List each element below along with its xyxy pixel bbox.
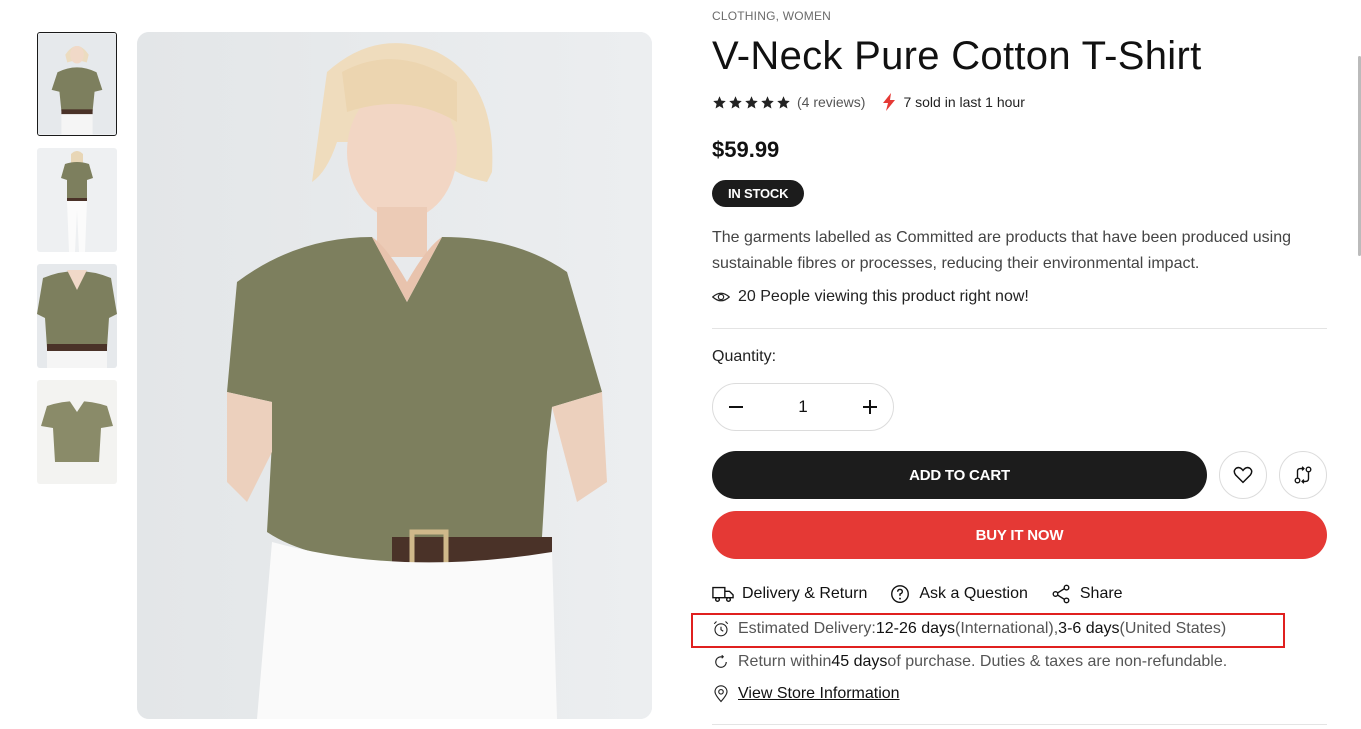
product-title: V-Neck Pure Cotton T-Shirt (712, 34, 1202, 78)
breadcrumb-clothing[interactable]: CLOTHING (712, 9, 776, 23)
star-icon (761, 95, 774, 108)
truck-icon (712, 586, 734, 603)
rating-row: (4 reviews) 7 sold in last 1 hour (712, 93, 1025, 111)
return-suffix: of purchase. Duties & taxes are non-refu… (887, 653, 1228, 670)
us-label: (United States) (1119, 620, 1227, 637)
international-label: (International), (955, 620, 1059, 637)
return-days: 45 days (831, 653, 888, 670)
thumbnail-back[interactable] (37, 148, 117, 252)
thumbnail-flat-image (37, 380, 117, 484)
viewing-notice: 20 People viewing this product right now… (712, 288, 1029, 306)
breadcrumb-women[interactable]: WOMEN (783, 9, 831, 23)
heart-icon (1233, 466, 1253, 484)
increase-quantity-button[interactable] (855, 392, 885, 422)
product-price: $59.99 (712, 137, 780, 162)
buy-now-button[interactable]: BUY IT NOW (712, 511, 1327, 559)
star-icon (745, 95, 758, 108)
delivery-prefix: Estimated Delivery: (738, 620, 876, 637)
return-prefix: Return within (738, 653, 832, 670)
thumbnail-detail-image (37, 264, 117, 368)
thumbnail-flat[interactable] (37, 380, 117, 484)
action-links: Delivery & Return Ask a Question Share (712, 583, 1145, 605)
product-description: The garments labelled as Committed are p… (712, 229, 1292, 272)
eye-icon (712, 292, 730, 302)
plus-icon (863, 400, 877, 414)
return-icon (715, 654, 727, 668)
reviews-link[interactable]: (4 reviews) (797, 94, 865, 110)
star-icon (713, 95, 726, 108)
bolt-icon (883, 93, 896, 111)
main-product-photo (137, 32, 652, 719)
star-icon (729, 95, 742, 108)
divider (712, 328, 1327, 329)
thumbnail-gallery (37, 32, 117, 496)
return-policy: Return within 45 days of purchase. Dutie… (712, 653, 1227, 671)
thumbnail-back-image (37, 148, 117, 252)
store-info: View Store Information (712, 685, 900, 703)
thumbnail-front[interactable] (37, 32, 117, 136)
sold-count: 7 sold in last 1 hour (903, 94, 1025, 110)
ask-question-label: Ask a Question (919, 585, 1028, 602)
compare-icon (1294, 466, 1312, 484)
share-icon (1052, 584, 1070, 604)
viewing-text: 20 People viewing this product right now… (738, 288, 1029, 305)
international-days: 12-26 days (875, 620, 955, 637)
clock-icon (713, 621, 729, 637)
divider (712, 724, 1327, 725)
add-to-cart-button[interactable]: ADD TO CART (712, 451, 1207, 499)
breadcrumb-separator: , (775, 9, 780, 23)
thumbnail-detail[interactable] (37, 264, 117, 368)
us-days: 3-6 days (1058, 620, 1120, 637)
compare-button[interactable] (1279, 451, 1327, 499)
stock-badge: IN STOCK (712, 180, 805, 207)
delivery-return-link[interactable]: Delivery & Return (712, 583, 867, 605)
share-link[interactable]: Share (1050, 583, 1123, 605)
minus-icon (729, 406, 743, 408)
star-icon (777, 95, 790, 108)
breadcrumb: CLOTHING, WOMEN (712, 9, 831, 23)
decrease-quantity-button[interactable] (721, 392, 751, 422)
estimated-delivery: Estimated Delivery: 12-26 days (Internat… (712, 620, 1226, 638)
share-label: Share (1079, 585, 1123, 602)
quantity-stepper (712, 383, 894, 431)
question-icon (891, 585, 910, 603)
main-product-image[interactable] (137, 32, 652, 719)
quantity-input[interactable] (773, 397, 833, 417)
ask-question-link[interactable]: Ask a Question (889, 583, 1028, 605)
location-pin-icon (714, 685, 728, 703)
quantity-label: Quantity: (712, 348, 777, 365)
wishlist-button[interactable] (1219, 451, 1267, 499)
thumbnail-front-image (38, 33, 116, 135)
star-rating (712, 95, 791, 110)
delivery-return-label: Delivery & Return (742, 585, 868, 602)
view-store-link[interactable]: View Store Information (738, 685, 900, 703)
